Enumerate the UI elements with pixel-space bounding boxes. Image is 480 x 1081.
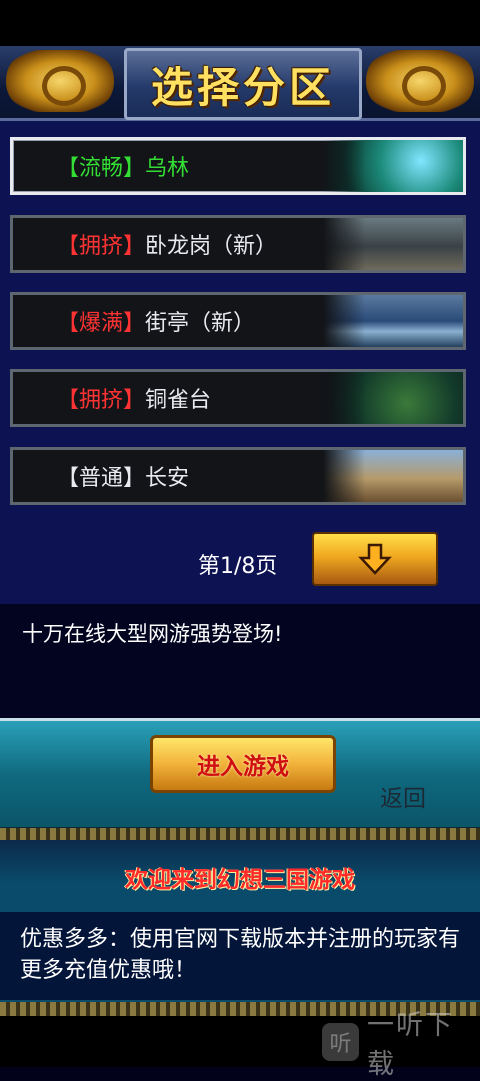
title-plate: 选择分区: [124, 48, 362, 120]
back-button[interactable]: 返回: [380, 779, 426, 813]
server-thumbnail: [323, 218, 463, 270]
server-thumbnail: [323, 140, 463, 192]
welcome-panel: 欢迎来到幻想三国游戏 优惠多多：使用官网下载版本并注册的玩家有更多充值优惠哦！: [0, 840, 480, 1010]
server-name: 乌林: [145, 156, 190, 181]
server-name: 长安: [145, 466, 190, 491]
enter-game-button[interactable]: 进入游戏: [150, 735, 336, 793]
server-status: 【爆满】: [57, 311, 146, 336]
page-indicator: 第1/8页: [198, 554, 278, 579]
server-description: 十万在线大型网游强势登场!: [22, 622, 283, 646]
server-item-changan[interactable]: 【普通】 长安: [10, 447, 466, 505]
server-item-jieting[interactable]: 【爆满】 街亭（新）: [10, 292, 466, 350]
welcome-banner: 欢迎来到幻想三国游戏: [125, 867, 355, 893]
watermark: 听 一听下载: [322, 1010, 480, 1080]
page-header: 选择分区: [0, 46, 480, 121]
server-thumbnail: [323, 372, 463, 424]
server-name: 街亭（新）: [145, 311, 256, 336]
watermark-text: 一听下载: [367, 1010, 455, 1080]
promo-box: 优惠多多：使用官网下载版本并注册的玩家有更多充值优惠哦！: [0, 912, 480, 1000]
status-bar: [0, 0, 480, 46]
server-item-wolonggang[interactable]: 【拥挤】 卧龙岗（新）: [10, 215, 466, 273]
next-page-button[interactable]: [312, 532, 438, 586]
enter-game-label: 进入游戏: [197, 754, 289, 780]
watermark-logo-icon: 听: [322, 1023, 360, 1061]
server-status: 【拥挤】: [57, 388, 146, 413]
gold-ornament-icon: [366, 50, 474, 112]
server-list-panel: 【流畅】 乌林 【拥挤】 卧龙岗（新） 【爆满】 街亭（新） 【拥挤】 铜雀台 …: [0, 121, 480, 604]
server-description-panel: 十万在线大型网游强势登场!: [0, 604, 480, 718]
server-status: 【普通】: [57, 466, 146, 491]
server-status: 【流畅】: [57, 156, 146, 181]
gold-ornament-icon: [6, 50, 114, 112]
promo-text: 优惠多多：使用官网下载版本并注册的玩家有更多充值优惠哦！: [20, 927, 461, 983]
server-thumbnail: [323, 295, 463, 347]
action-panel: 进入游戏 返回: [0, 718, 480, 830]
arrow-down-icon: [358, 543, 392, 575]
page-title: 选择分区: [150, 62, 335, 112]
server-name: 铜雀台: [145, 388, 212, 413]
server-thumbnail: [323, 450, 463, 502]
server-name: 卧龙岗（新）: [145, 234, 278, 259]
server-item-tongquetai[interactable]: 【拥挤】 铜雀台: [10, 369, 466, 427]
server-item-wulin[interactable]: 【流畅】 乌林: [10, 137, 466, 195]
server-status: 【拥挤】: [57, 234, 146, 259]
pager: 第1/8页: [0, 532, 480, 592]
